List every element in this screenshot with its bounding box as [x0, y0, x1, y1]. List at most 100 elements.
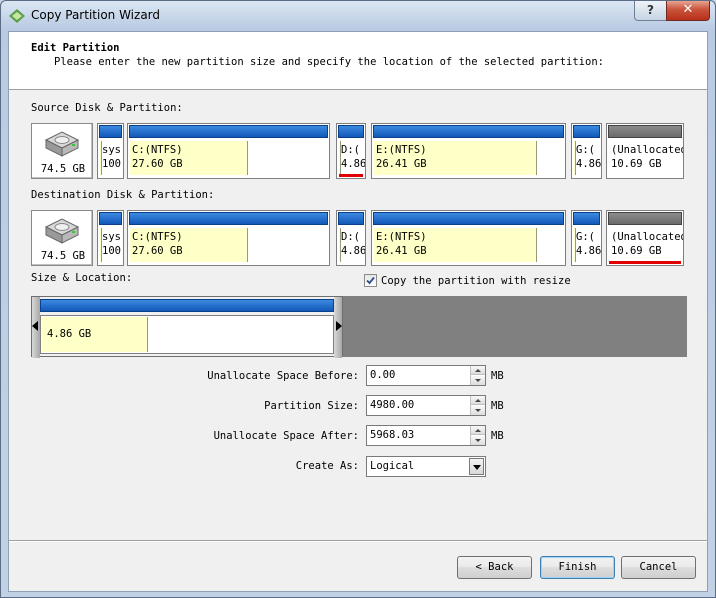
- source-disk-box[interactable]: 74.5 GB: [31, 123, 93, 179]
- cancel-button[interactable]: Cancel: [621, 556, 696, 579]
- partition-size: 10.69 GB: [611, 245, 662, 257]
- destination-partition-e[interactable]: E:(NTFS) 26.41 GB: [371, 210, 566, 266]
- input-value: 0.00: [370, 369, 396, 381]
- hard-disk-icon: [44, 131, 80, 157]
- back-button[interactable]: < Back: [457, 556, 532, 579]
- wizard-client-area: Edit Partition Please enter the new part…: [8, 31, 708, 592]
- input-value: 4980.00: [370, 399, 415, 411]
- input-value: 5968.03: [370, 429, 415, 441]
- button-separator: [9, 540, 707, 542]
- source-partition-c[interactable]: C:(NTFS) 27.60 GB: [127, 123, 330, 179]
- partition-size-label: Partition Size:: [264, 400, 359, 412]
- source-partition-d[interactable]: D:( 4.86: [336, 123, 366, 179]
- source-disk-map: 74.5 GB sys 100 C:(NTFS) 27.60 GB D:( 4.…: [31, 123, 687, 183]
- partition-label: (Unallocated): [611, 144, 683, 156]
- usage-bar: [99, 212, 122, 225]
- destination-label: Destination Disk & Partition:: [31, 189, 215, 201]
- select-value: Logical: [370, 460, 415, 472]
- source-label: Source Disk & Partition:: [31, 102, 183, 114]
- checkmark-icon: [366, 276, 375, 285]
- partition-size: 4.86: [341, 245, 366, 257]
- destination-disk-size: 74.5 GB: [40, 250, 86, 262]
- partition-label: D:(: [341, 231, 360, 243]
- unit-label: MB: [491, 400, 504, 412]
- source-partition-sys[interactable]: sys 100: [97, 123, 124, 179]
- destination-partition-unallocated[interactable]: (Unallocated) 10.69 GB: [606, 210, 684, 266]
- usage-bar: [129, 125, 328, 138]
- usage-bar: [573, 212, 600, 225]
- unallocated-before-input[interactable]: 0.00: [366, 365, 486, 386]
- size-location-label: Size & Location:: [31, 272, 133, 284]
- partition-size: 27.60 GB: [132, 158, 183, 170]
- destination-partition-sys[interactable]: sys 100: [97, 210, 124, 266]
- source-partition-unallocated[interactable]: (Unallocated) 10.69 GB: [606, 123, 684, 179]
- partition-label: G:(: [576, 231, 595, 243]
- unit-label: MB: [491, 430, 504, 442]
- partition-label: C:(NTFS): [132, 231, 183, 243]
- spin-down-button[interactable]: [471, 376, 485, 385]
- usage-bar: [338, 212, 364, 225]
- source-disk-size: 74.5 GB: [40, 163, 86, 175]
- source-partition-g[interactable]: G:( 4.86: [571, 123, 602, 179]
- usage-bar: [608, 212, 682, 225]
- partition-size-input[interactable]: 4980.00: [366, 395, 486, 416]
- source-partition-e[interactable]: E:(NTFS) 26.41 GB: [371, 123, 566, 179]
- spin-up-button[interactable]: [471, 426, 485, 435]
- wizard-window: Copy Partition Wizard ? ✕ Edit Partition…: [0, 0, 716, 598]
- partition-size: 4.86: [341, 158, 366, 170]
- partition-label: E:(NTFS): [376, 231, 427, 243]
- destination-partition-c[interactable]: C:(NTFS) 27.60 GB: [127, 210, 330, 266]
- partition-label: G:(: [576, 144, 595, 156]
- close-button[interactable]: ✕: [666, 1, 710, 21]
- spin-down-button[interactable]: [471, 406, 485, 415]
- unallocated-after-input[interactable]: 5968.03: [366, 425, 486, 446]
- usage-bar: [373, 212, 564, 225]
- resize-handle-right[interactable]: [334, 297, 342, 358]
- selected-indicator: [339, 174, 363, 177]
- partition-label: (Unallocated): [611, 231, 683, 243]
- selected-indicator: [609, 261, 681, 264]
- partition-size: 26.41 GB: [376, 158, 427, 170]
- copy-with-resize-checkbox[interactable]: [364, 274, 377, 287]
- size-location-map: 4.86 GB: [31, 296, 687, 358]
- spin-down-button[interactable]: [471, 436, 485, 445]
- wizard-icon: [9, 9, 25, 23]
- spin-up-button[interactable]: [471, 396, 485, 405]
- partition-label: sys: [102, 231, 121, 243]
- partition-size: 100: [102, 245, 121, 257]
- partition-size-text: 4.86 GB: [47, 328, 92, 340]
- partition-body: 4.86 GB: [40, 315, 334, 354]
- partition-size: 10.69 GB: [611, 158, 662, 170]
- unallocated-after-label: Unallocate Space After:: [213, 430, 359, 442]
- partition-label: C:(NTFS): [132, 144, 183, 156]
- usage-bar: [40, 299, 334, 312]
- help-button[interactable]: ?: [634, 1, 667, 21]
- create-as-select[interactable]: Logical: [366, 456, 486, 477]
- destination-disk-box[interactable]: 74.5 GB: [31, 210, 93, 266]
- usage-bar: [99, 125, 122, 138]
- resize-handle-left[interactable]: [32, 297, 40, 358]
- page-subtitle: Please enter the new partition size and …: [54, 56, 604, 68]
- copy-with-resize-label[interactable]: Copy the partition with resize: [381, 275, 571, 287]
- partition-label: E:(NTFS): [376, 144, 427, 156]
- usage-bar: [608, 125, 682, 138]
- partition-size: 26.41 GB: [376, 245, 427, 257]
- destination-partition-d[interactable]: D:( 4.86: [336, 210, 366, 266]
- partition-size: 4.86: [576, 245, 602, 257]
- destination-partition-g[interactable]: G:( 4.86: [571, 210, 602, 266]
- partition-label: sys: [102, 144, 121, 156]
- usage-bar: [129, 212, 328, 225]
- resizable-partition-block[interactable]: 4.86 GB: [31, 296, 343, 358]
- unit-label: MB: [491, 370, 504, 382]
- finish-button[interactable]: Finish: [540, 556, 615, 579]
- create-as-label: Create As:: [295, 460, 359, 472]
- window-title: Copy Partition Wizard: [31, 8, 161, 22]
- hard-disk-icon: [44, 218, 80, 244]
- unallocated-before-label: Unallocate Space Before:: [207, 370, 359, 382]
- spin-up-button[interactable]: [471, 366, 485, 375]
- partition-size: 100: [102, 158, 121, 170]
- chevron-down-icon[interactable]: [469, 458, 484, 475]
- arrow-left-icon: [32, 321, 38, 331]
- title-bar[interactable]: Copy Partition Wizard ? ✕: [1, 1, 715, 31]
- destination-disk-map: 74.5 GB sys 100 C:(NTFS) 27.60 GB D:( 4.…: [31, 210, 687, 270]
